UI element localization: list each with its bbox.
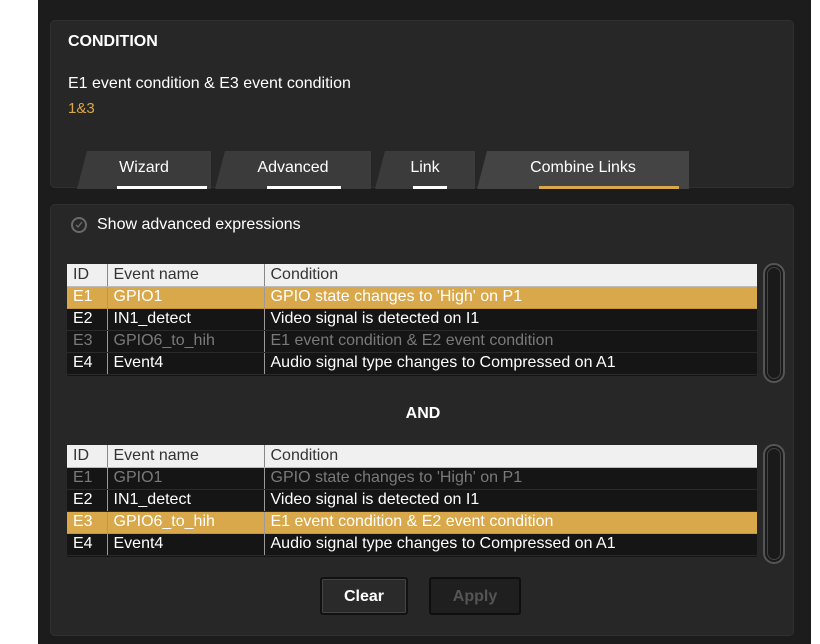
cell-event-name: Event4	[107, 533, 265, 556]
condition-header-box: CONDITION E1 event condition & E3 event …	[50, 20, 794, 189]
show-advanced-checkbox[interactable]	[71, 217, 87, 233]
table-row: E3 GPIO6_to_hih E1 event condition & E2 …	[67, 330, 757, 353]
table-header: ID Event name Condition	[67, 445, 757, 468]
cell-event-name: IN1_detect	[107, 308, 265, 331]
event-table-2-scrollbar[interactable]	[763, 444, 785, 564]
table-row[interactable]: E2 IN1_detect Video signal is detected o…	[67, 308, 757, 331]
table-row[interactable]: E4 Event4 Audio signal type changes to C…	[67, 533, 757, 556]
cell-id: E3	[67, 330, 108, 353]
cell-condition: Audio signal type changes to Compressed …	[264, 533, 757, 556]
cell-condition: Video signal is detected on I1	[264, 308, 757, 331]
event-table-1-scrollbar[interactable]	[763, 263, 785, 383]
tab-wizard[interactable]: Wizard	[77, 151, 211, 189]
cell-id: E1	[67, 286, 108, 309]
combine-links-box: Show advanced expressions ID Event name …	[50, 204, 794, 636]
condition-formula: 1&3	[68, 100, 95, 117]
tab-wizard-indicator	[117, 186, 207, 189]
tab-combine-links-label: Combine Links	[530, 159, 636, 176]
cell-id: E3	[67, 511, 108, 534]
show-advanced-label: Show advanced expressions	[97, 216, 301, 233]
tab-wizard-label: Wizard	[119, 159, 169, 176]
apply-button[interactable]: Apply	[429, 577, 521, 615]
table-row[interactable]: E2 IN1_detect Video signal is detected o…	[67, 489, 757, 512]
cell-event-name: GPIO6_to_hih	[107, 511, 265, 534]
cell-id: E4	[67, 352, 108, 375]
table-row: E1 GPIO1 GPIO state changes to 'High' on…	[67, 467, 757, 490]
cell-condition: GPIO state changes to 'High' on P1	[264, 467, 757, 490]
cell-id: E2	[67, 308, 108, 331]
scrollbar-thumb[interactable]	[767, 448, 781, 560]
table-row[interactable]: E1 GPIO1 GPIO state changes to 'High' on…	[67, 286, 757, 309]
scrollbar-thumb[interactable]	[767, 267, 781, 379]
cell-event-name: GPIO1	[107, 286, 265, 309]
cell-event-name: Event4	[107, 352, 265, 375]
column-header-id[interactable]: ID	[67, 445, 108, 468]
column-header-event-name[interactable]: Event name	[107, 445, 265, 468]
cell-condition: Video signal is detected on I1	[264, 489, 757, 512]
cell-condition: E1 event condition & E2 event condition	[264, 330, 757, 353]
cell-id: E1	[67, 467, 108, 490]
event-table-2[interactable]: ID Event name Condition E1 GPIO1 GPIO st…	[67, 445, 757, 557]
tab-link[interactable]: Link	[375, 151, 475, 189]
cell-condition: E1 event condition & E2 event condition	[264, 511, 757, 534]
operator-label: AND	[405, 405, 441, 422]
condition-expression: E1 event condition & E3 event condition	[68, 75, 351, 92]
tab-combine-links-indicator	[539, 186, 679, 189]
cell-condition: GPIO state changes to 'High' on P1	[264, 286, 757, 309]
cell-event-name: GPIO6_to_hih	[107, 330, 265, 353]
cell-condition: Audio signal type changes to Compressed …	[264, 352, 757, 375]
tab-link-indicator	[413, 186, 447, 189]
condition-panel: CONDITION E1 event condition & E3 event …	[38, 0, 811, 644]
table-header: ID Event name Condition	[67, 264, 757, 287]
tab-link-label: Link	[410, 159, 440, 176]
event-table-1[interactable]: ID Event name Condition E1 GPIO1 GPIO st…	[67, 264, 757, 376]
column-header-event-name[interactable]: Event name	[107, 264, 265, 287]
cell-event-name: GPIO1	[107, 467, 265, 490]
tab-advanced-indicator	[267, 186, 341, 189]
cell-event-name: IN1_detect	[107, 489, 265, 512]
tab-advanced-label: Advanced	[257, 159, 329, 176]
table-row[interactable]: E4 Event4 Audio signal type changes to C…	[67, 352, 757, 375]
table-row[interactable]: E3 GPIO6_to_hih E1 event condition & E2 …	[67, 511, 757, 534]
condition-title: CONDITION	[68, 33, 158, 50]
column-header-condition[interactable]: Condition	[264, 264, 757, 287]
tab-advanced[interactable]: Advanced	[215, 151, 371, 189]
column-header-id[interactable]: ID	[67, 264, 108, 287]
check-icon	[75, 221, 83, 229]
tab-combine-links[interactable]: Combine Links	[477, 151, 689, 189]
cell-id: E4	[67, 533, 108, 556]
column-header-condition[interactable]: Condition	[264, 445, 757, 468]
clear-button[interactable]: Clear	[320, 577, 408, 615]
cell-id: E2	[67, 489, 108, 512]
